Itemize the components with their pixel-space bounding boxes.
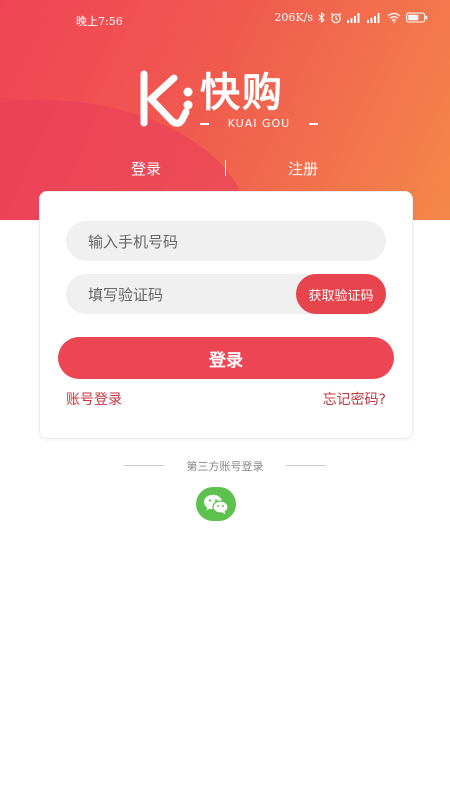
tab-login[interactable]: 登录 [131, 158, 161, 179]
forgot-password-link[interactable]: 忘记密码? [323, 389, 386, 409]
divider-line [286, 465, 326, 466]
wifi-icon [387, 12, 401, 23]
third-party-label: 第三方账号登录 [186, 460, 264, 473]
logo-dash [309, 122, 318, 125]
wechat-login-button[interactable] [196, 487, 236, 521]
wechat-icon [204, 494, 229, 515]
account-login-link[interactable]: 账号登录 [66, 389, 122, 409]
signal-icon [347, 13, 360, 23]
verification-code-input[interactable] [86, 274, 280, 316]
signal-icon [367, 13, 380, 23]
login-button[interactable]: 登录 [58, 337, 394, 379]
tab-divider [225, 160, 226, 176]
app-logo: 快购 KUAI GOU [134, 68, 324, 132]
alarm-icon [330, 12, 342, 23]
battery-icon [406, 12, 428, 23]
status-time: 晚上7:56 [76, 15, 123, 28]
code-field: 获取验证码 [66, 274, 386, 316]
tab-register[interactable]: 注册 [288, 158, 318, 179]
third-party-divider: 第三方账号登录 [0, 456, 450, 476]
phone-input[interactable] [86, 221, 370, 263]
logo-subtitle-row: KUAI GOU [200, 117, 318, 130]
logo-title: 快购 [200, 70, 284, 116]
status-bar: 晚上7:56 206K/s [0, 0, 450, 40]
phone-field [66, 221, 386, 263]
status-indicators: 206K/s [274, 11, 428, 24]
logo-dash [200, 122, 209, 125]
get-code-button[interactable]: 获取验证码 [296, 274, 386, 314]
logo-k-icon [140, 70, 193, 127]
logo-subtitle: KUAI GOU [227, 117, 291, 130]
login-card: 获取验证码 登录 账号登录 忘记密码? [39, 191, 413, 439]
auth-tabs: 登录 注册 [0, 152, 450, 182]
network-speed: 206K/s [274, 11, 313, 24]
bluetooth-icon [318, 12, 325, 23]
